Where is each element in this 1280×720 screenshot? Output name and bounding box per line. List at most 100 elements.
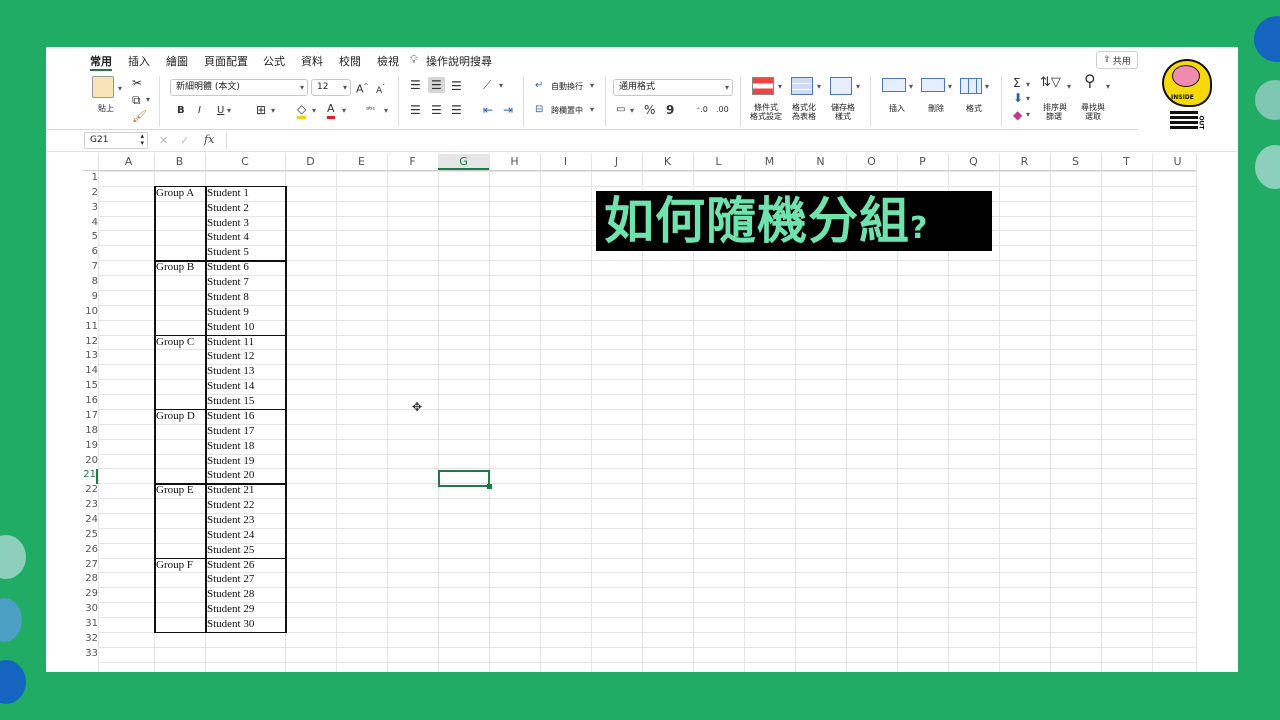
student-name-cell[interactable]: Student 13 (207, 365, 254, 377)
student-name-cell[interactable]: Student 9 (207, 306, 249, 318)
worksheet-grid[interactable]: A B C D E F G H I J K L M N O P Q R S T … (46, 154, 1238, 672)
row-header-12[interactable]: 12 (82, 336, 98, 351)
column-header-o[interactable]: O (846, 154, 897, 170)
align-middle-icon[interactable]: ☰ (428, 77, 445, 93)
fill-handle[interactable] (487, 484, 492, 489)
conditional-formatting-icon[interactable] (752, 77, 774, 95)
group-name-cell[interactable]: Group F (156, 559, 193, 571)
orientation-dropdown-icon[interactable]: ▾ (499, 81, 503, 90)
comma-style-button[interactable]: 9 (666, 103, 674, 117)
percent-style-button[interactable]: % (644, 103, 655, 117)
column-header-i[interactable]: I (540, 154, 591, 170)
merge-center-icon[interactable]: ⊟ (535, 103, 543, 117)
row-header-6[interactable]: 6 (82, 246, 98, 261)
copy-dropdown-icon[interactable]: ▾ (146, 95, 150, 104)
row-header-32[interactable]: 32 (82, 633, 98, 648)
student-name-cell[interactable]: Student 28 (207, 588, 254, 600)
student-name-cell[interactable]: Student 6 (207, 261, 249, 273)
borders-dropdown-icon[interactable]: ▾ (271, 106, 275, 115)
column-header-g[interactable]: G (438, 154, 489, 170)
sort-filter-dropdown-icon[interactable]: ▾ (1067, 82, 1071, 91)
column-header-q[interactable]: Q (948, 154, 999, 170)
underline-dropdown-icon[interactable]: ▾ (227, 106, 231, 115)
align-bottom-icon[interactable]: ☰ (451, 79, 462, 93)
row-header-25[interactable]: 25 (82, 529, 98, 544)
row-header-26[interactable]: 26 (82, 544, 98, 559)
column-header-m[interactable]: M (744, 154, 795, 170)
sort-filter-icon[interactable]: ⇅▽ (1040, 76, 1061, 90)
row-header-4[interactable]: 4 (82, 217, 98, 232)
orientation-icon[interactable]: ⟋ (483, 78, 491, 92)
increase-indent-icon[interactable]: ⇥ (503, 103, 513, 117)
cell-styles-dropdown-icon[interactable]: ▾ (856, 82, 860, 91)
increase-decimal-icon[interactable]: ⁺.0 (696, 103, 708, 117)
merge-center-button[interactable]: 跨欄置中 (551, 106, 583, 115)
row-header-13[interactable]: 13 (82, 350, 98, 365)
share-button[interactable]: ⇪ 共用 (1096, 51, 1138, 69)
paste-icon[interactable] (92, 76, 114, 98)
formula-input[interactable] (226, 132, 1126, 149)
student-name-cell[interactable]: Student 8 (207, 291, 249, 303)
column-header-k[interactable]: K (642, 154, 693, 170)
font-size-dropdown[interactable]: 12 ▾ (311, 79, 351, 96)
column-header-b[interactable]: B (154, 154, 205, 170)
tab-insert[interactable]: 插入 (128, 53, 150, 69)
student-name-cell[interactable]: Student 25 (207, 544, 254, 556)
column-header-t[interactable]: T (1101, 154, 1152, 170)
tab-draw[interactable]: 繪圖 (166, 53, 188, 69)
clear-icon[interactable]: ◆ (1013, 108, 1022, 122)
paste-dropdown-icon[interactable]: ▾ (118, 84, 122, 93)
row-header-15[interactable]: 15 (82, 380, 98, 395)
row-header-20[interactable]: 20 (82, 455, 98, 470)
fill-icon[interactable]: ⬇ (1013, 91, 1023, 105)
group-name-cell[interactable]: Group B (156, 261, 194, 273)
decrease-font-icon[interactable]: Aˇ (376, 81, 385, 98)
align-left-icon[interactable]: ☰ (410, 103, 421, 117)
delete-cells-icon[interactable] (921, 78, 945, 92)
font-color-icon[interactable]: A (327, 102, 335, 119)
group-name-cell[interactable]: Group C (156, 336, 194, 348)
student-name-cell[interactable]: Student 27 (207, 573, 254, 585)
row-header-28[interactable]: 28 (82, 573, 98, 588)
row-header-3[interactable]: 3 (82, 202, 98, 217)
cell-styles-icon[interactable] (830, 77, 852, 95)
row-header-18[interactable]: 18 (82, 425, 98, 440)
increase-font-icon[interactable]: A^ (356, 80, 369, 97)
student-name-cell[interactable]: Student 12 (207, 350, 254, 362)
row-header-14[interactable]: 14 (82, 365, 98, 380)
fill-color-dropdown-icon[interactable]: ▾ (312, 106, 316, 115)
row-header-23[interactable]: 23 (82, 499, 98, 514)
wrap-text-button[interactable]: 自動換行 (551, 82, 583, 91)
wrap-text-dropdown-icon[interactable]: ▾ (590, 81, 594, 90)
insert-cells-icon[interactable] (882, 78, 906, 92)
accounting-format-icon[interactable]: ▭ (616, 103, 625, 117)
merge-center-dropdown-icon[interactable]: ▾ (590, 105, 594, 114)
tab-home[interactable]: 常用 (90, 53, 112, 69)
row-header-10[interactable]: 10 (82, 306, 98, 321)
student-name-cell[interactable]: Student 16 (207, 410, 254, 422)
student-name-cell[interactable]: Student 10 (207, 321, 254, 333)
student-name-cell[interactable]: Student 23 (207, 514, 254, 526)
lightbulb-icon[interactable]: 💡︎ (410, 53, 418, 67)
column-header-s[interactable]: S (1050, 154, 1101, 170)
row-header-8[interactable]: 8 (82, 276, 98, 291)
group-name-cell[interactable]: Group A (156, 187, 194, 199)
format-as-table-dropdown-icon[interactable]: ▾ (817, 82, 821, 91)
tab-review[interactable]: 校閱 (339, 53, 361, 69)
column-header-h[interactable]: H (489, 154, 540, 170)
autosum-icon[interactable]: Σ (1013, 76, 1021, 90)
column-header-u[interactable]: U (1152, 154, 1203, 170)
student-name-cell[interactable]: Student 21 (207, 484, 254, 496)
italic-button[interactable]: I (198, 104, 201, 118)
row-header-9[interactable]: 9 (82, 291, 98, 306)
format-painter-icon[interactable]: 🖌︎ (132, 109, 147, 123)
accounting-dropdown-icon[interactable]: ▾ (630, 106, 634, 115)
column-header-j[interactable]: J (591, 154, 642, 170)
conditional-formatting-dropdown-icon[interactable]: ▾ (778, 82, 782, 91)
fill-dropdown-icon[interactable]: ▾ (1026, 94, 1030, 103)
row-header-21[interactable]: 21 (82, 469, 98, 485)
borders-icon[interactable]: ⊞ (256, 103, 266, 117)
student-name-cell[interactable]: Student 29 (207, 603, 254, 615)
column-header-e[interactable]: E (336, 154, 387, 170)
number-format-dropdown[interactable]: 通用格式 ▾ (613, 79, 733, 96)
